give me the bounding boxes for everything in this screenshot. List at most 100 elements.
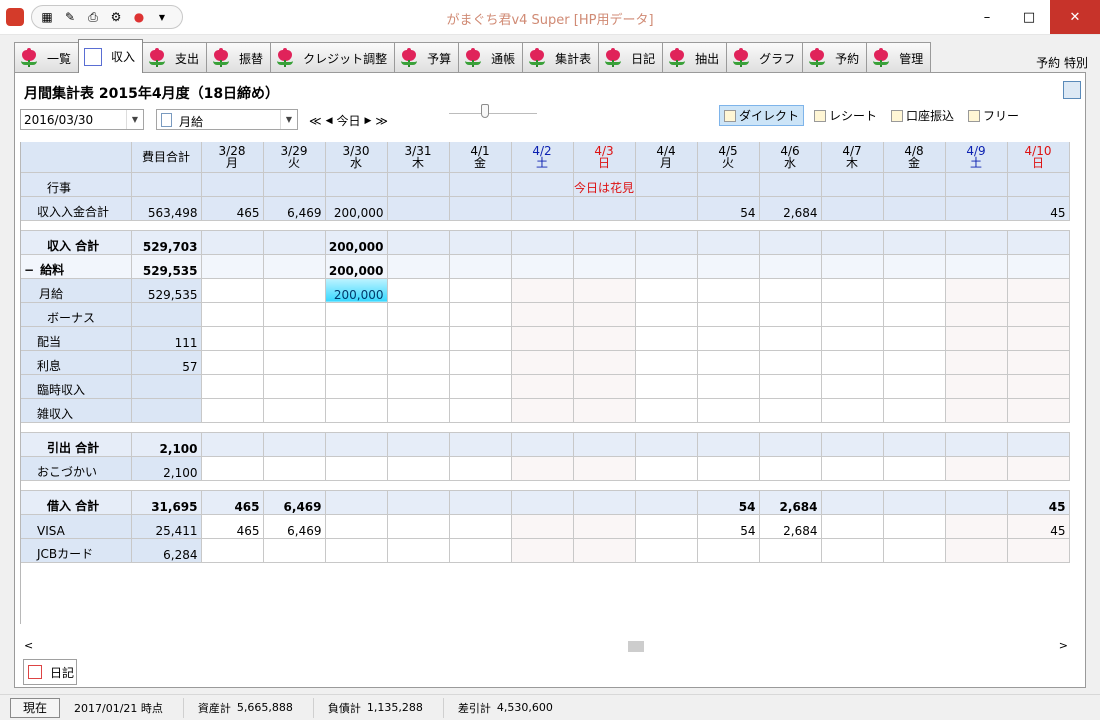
value-cell[interactable] — [883, 374, 946, 399]
value-cell[interactable] — [387, 432, 450, 457]
day-header[interactable]: 4/7 木 — [821, 142, 884, 173]
value-cell[interactable] — [449, 302, 512, 327]
value-cell[interactable] — [697, 302, 760, 327]
value-cell[interactable] — [511, 278, 574, 303]
maximize-button[interactable]: □ — [1008, 0, 1050, 34]
zoom-slider-thumb[interactable] — [481, 104, 489, 118]
value-cell[interactable]: 45 — [1007, 490, 1070, 515]
value-cell[interactable] — [201, 230, 264, 255]
value-cell[interactable] — [573, 432, 636, 457]
value-cell[interactable]: 45 — [1007, 196, 1070, 221]
value-cell[interactable] — [573, 374, 636, 399]
value-cell[interactable]: 54 — [697, 196, 760, 221]
value-cell[interactable] — [635, 302, 698, 327]
value-cell[interactable] — [511, 302, 574, 327]
day-header[interactable]: 4/4 月 — [635, 142, 698, 173]
value-cell[interactable] — [759, 278, 822, 303]
value-cell[interactable]: 6,469 — [263, 196, 326, 221]
tab-8[interactable]: 日記 — [598, 42, 664, 73]
value-cell[interactable] — [573, 326, 636, 351]
value-cell[interactable] — [449, 398, 512, 423]
value-cell[interactable] — [1007, 432, 1070, 457]
calculator-icon[interactable]: ▦ — [38, 8, 56, 26]
tab-7[interactable]: 集計表 — [522, 42, 600, 73]
value-cell[interactable] — [1007, 374, 1070, 399]
value-cell[interactable] — [325, 490, 388, 515]
value-cell[interactable] — [635, 350, 698, 375]
day-header[interactable]: 3/30 水 — [325, 142, 388, 173]
value-cell[interactable] — [821, 456, 884, 481]
value-cell[interactable] — [635, 196, 698, 221]
value-cell[interactable] — [263, 254, 326, 279]
value-cell[interactable]: 45 — [1007, 514, 1070, 539]
value-cell[interactable] — [1007, 254, 1070, 279]
value-cell[interactable] — [1007, 350, 1070, 375]
collapse-toggle[interactable]: − — [24, 263, 34, 277]
value-cell[interactable] — [511, 374, 574, 399]
value-cell[interactable] — [883, 230, 946, 255]
event-cell[interactable] — [945, 172, 1008, 197]
day-header[interactable]: 4/8 金 — [883, 142, 946, 173]
value-cell[interactable] — [325, 456, 388, 481]
scroll-left-button[interactable]: < — [24, 639, 33, 652]
value-cell[interactable] — [883, 350, 946, 375]
zoom-slider[interactable] — [449, 104, 537, 118]
value-cell[interactable] — [263, 398, 326, 423]
value-cell[interactable] — [263, 432, 326, 457]
value-cell[interactable] — [821, 538, 884, 563]
value-cell[interactable] — [635, 398, 698, 423]
value-cell[interactable] — [945, 230, 1008, 255]
value-cell[interactable] — [883, 514, 946, 539]
day-header[interactable]: 4/3 日 — [573, 142, 636, 173]
value-cell[interactable] — [511, 196, 574, 221]
value-cell[interactable] — [325, 538, 388, 563]
value-cell[interactable] — [511, 490, 574, 515]
value-cell[interactable] — [635, 514, 698, 539]
event-cell[interactable] — [387, 172, 450, 197]
tab-11[interactable]: 予約 — [802, 42, 868, 73]
value-cell[interactable]: 465 — [201, 196, 264, 221]
value-cell[interactable] — [945, 254, 1008, 279]
event-cell[interactable] — [697, 172, 760, 197]
value-cell[interactable] — [945, 514, 1008, 539]
value-cell[interactable] — [387, 398, 450, 423]
value-cell[interactable] — [387, 302, 450, 327]
view-button-0[interactable]: ダイレクト — [719, 105, 805, 126]
value-cell[interactable] — [449, 374, 512, 399]
value-cell[interactable] — [573, 302, 636, 327]
value-cell[interactable] — [511, 350, 574, 375]
gear-icon[interactable]: ⚙ — [107, 8, 125, 26]
value-cell[interactable] — [1007, 278, 1070, 303]
value-cell[interactable] — [387, 196, 450, 221]
event-cell[interactable] — [821, 172, 884, 197]
value-cell[interactable] — [573, 350, 636, 375]
value-cell[interactable] — [387, 254, 450, 279]
value-cell[interactable] — [759, 374, 822, 399]
chevron-down-icon[interactable]: ▼ — [153, 8, 171, 26]
value-cell[interactable] — [697, 456, 760, 481]
event-cell[interactable] — [511, 172, 574, 197]
value-cell[interactable] — [821, 196, 884, 221]
value-cell[interactable] — [759, 230, 822, 255]
day-header[interactable]: 4/6 水 — [759, 142, 822, 173]
event-cell[interactable] — [635, 172, 698, 197]
value-cell[interactable] — [325, 350, 388, 375]
value-cell[interactable] — [449, 490, 512, 515]
value-cell[interactable] — [821, 432, 884, 457]
value-cell[interactable] — [945, 490, 1008, 515]
value-cell[interactable] — [263, 350, 326, 375]
event-cell[interactable] — [883, 172, 946, 197]
value-cell[interactable] — [945, 398, 1008, 423]
value-cell[interactable] — [821, 398, 884, 423]
value-cell[interactable] — [573, 398, 636, 423]
value-cell[interactable] — [263, 326, 326, 351]
value-cell[interactable] — [387, 230, 450, 255]
value-cell[interactable] — [573, 514, 636, 539]
value-cell[interactable] — [511, 398, 574, 423]
value-cell[interactable] — [883, 490, 946, 515]
value-cell[interactable]: 2,684 — [759, 514, 822, 539]
day-header[interactable]: 3/31 木 — [387, 142, 450, 173]
value-cell[interactable] — [945, 302, 1008, 327]
day-header[interactable]: 3/29 火 — [263, 142, 326, 173]
value-cell[interactable] — [945, 432, 1008, 457]
